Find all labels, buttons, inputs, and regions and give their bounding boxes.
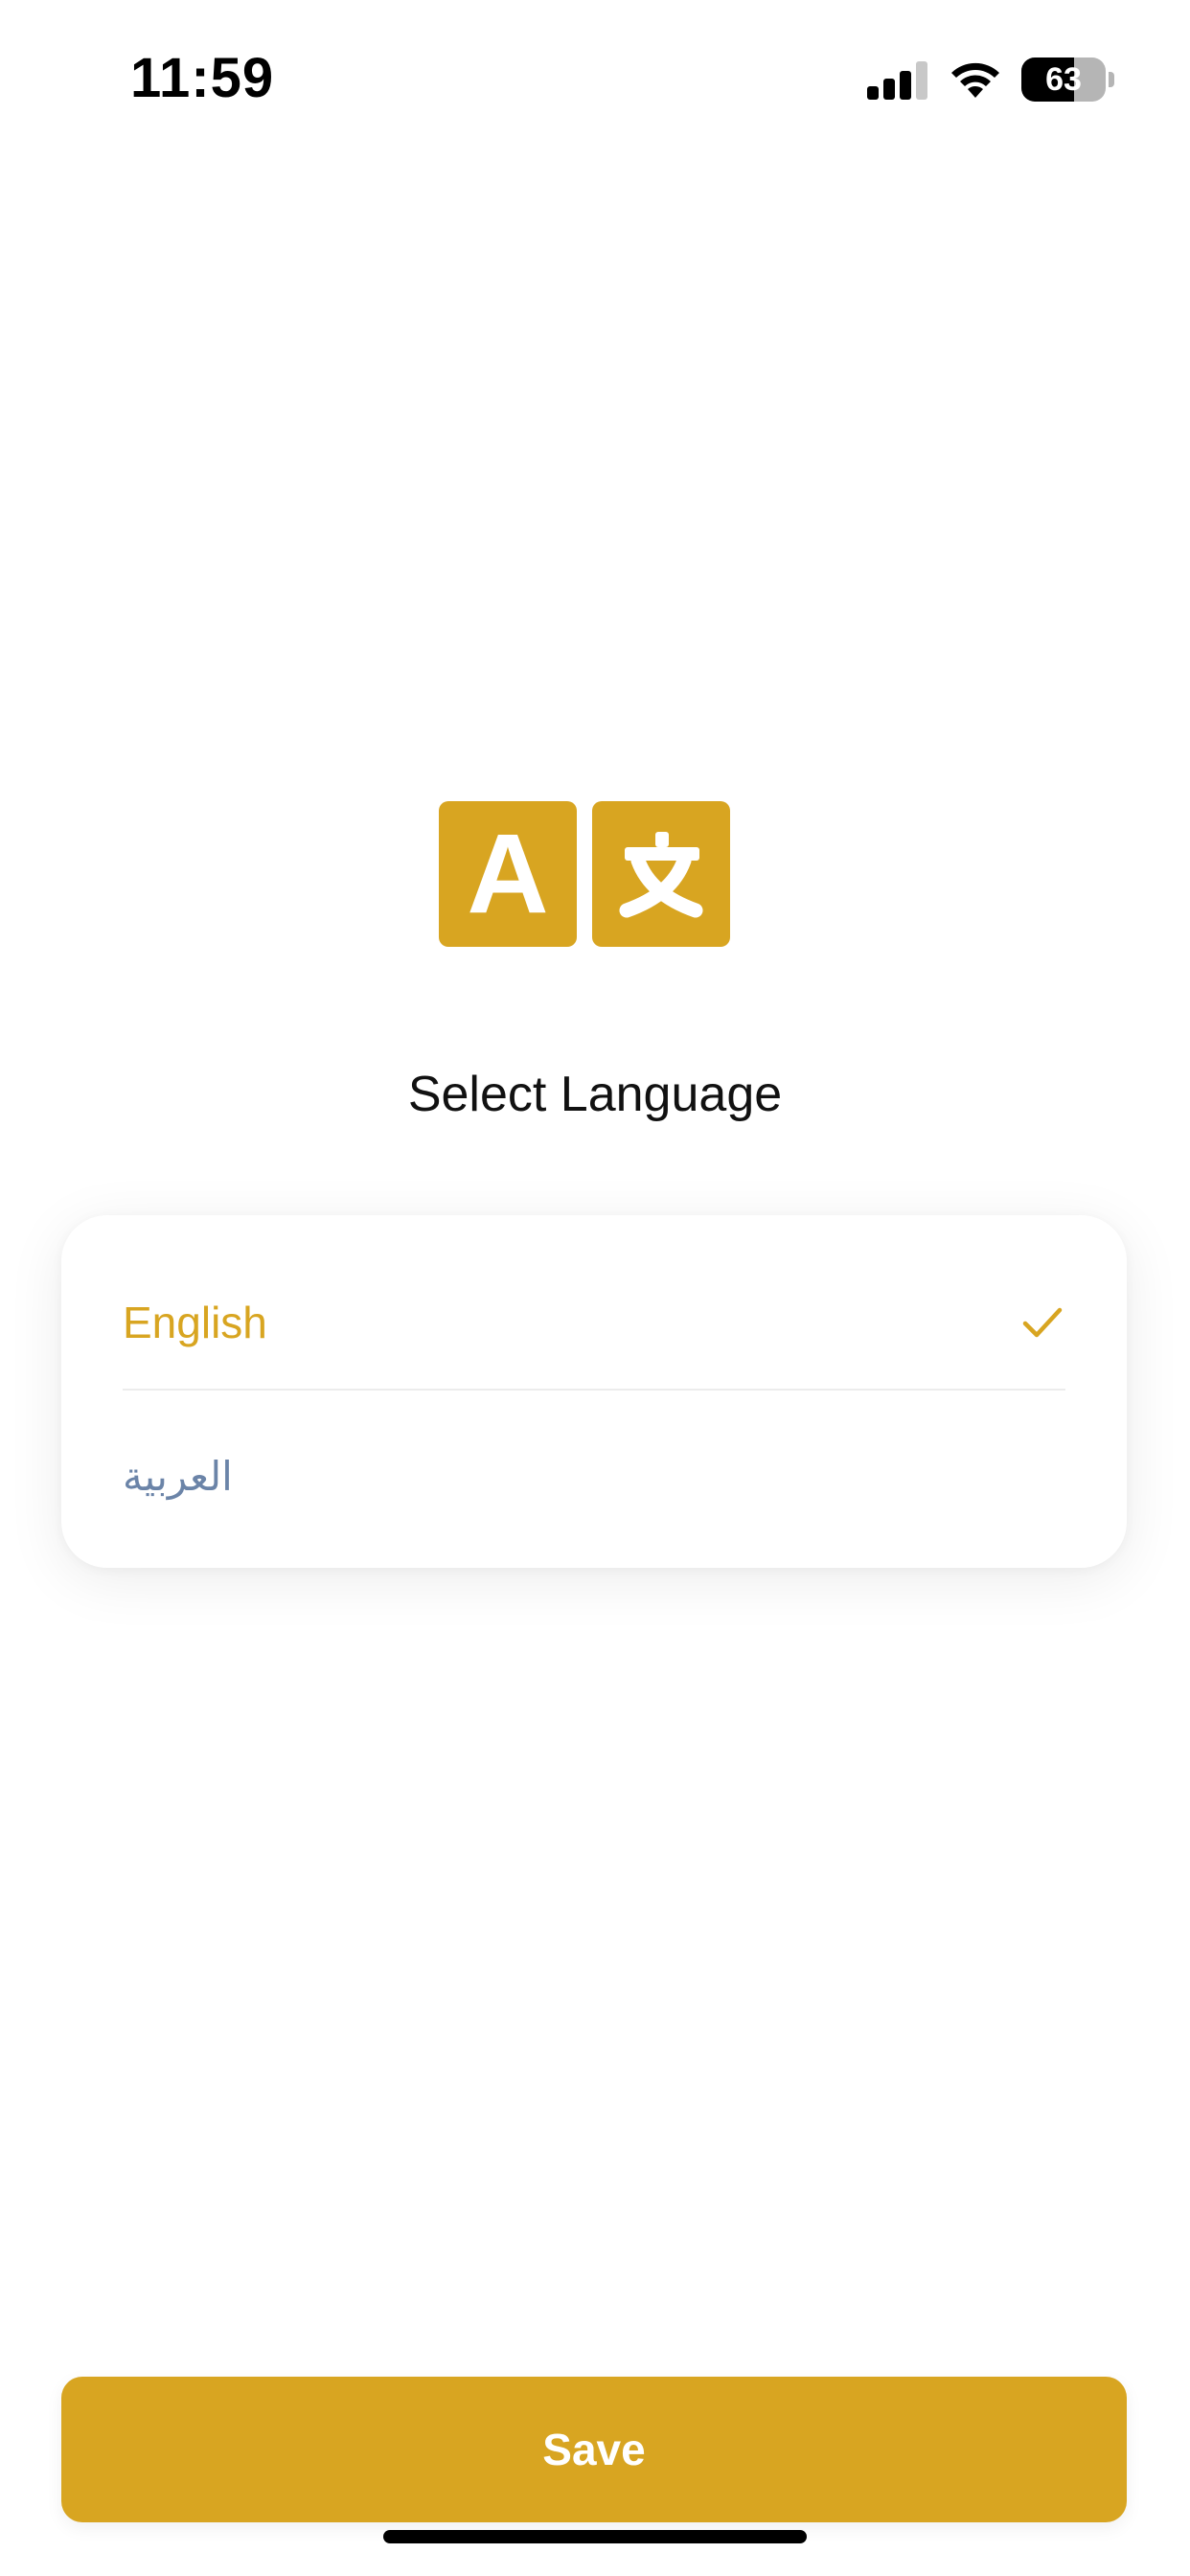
option-divider	[123, 1389, 1065, 1391]
status-time: 11:59	[130, 47, 275, 109]
battery-cap	[1109, 72, 1114, 87]
language-option-label: English	[123, 1298, 267, 1347]
page-title: Select Language	[407, 1067, 783, 1122]
wifi-icon	[951, 62, 999, 98]
language-select-screen: 11:59 63 A Select Language English العرب…	[0, 0, 1190, 2576]
cellular-signal-icon	[867, 61, 928, 100]
battery-percent: 63	[1045, 60, 1082, 98]
language-option-english[interactable]: English	[123, 1255, 1065, 1390]
status-bar: 11:59 63	[0, 0, 1190, 153]
language-option-arabic[interactable]: العربية	[123, 1409, 1065, 1543]
language-option-label: العربية	[123, 1452, 233, 1500]
home-indicator	[383, 2530, 807, 2543]
language-options-card: English العربية	[61, 1215, 1127, 1568]
latin-letter-tile: A	[439, 801, 577, 947]
cjk-character-tile	[592, 801, 730, 947]
checkmark-icon	[1022, 1307, 1063, 1338]
cjk-glyph-icon	[619, 832, 703, 918]
save-button[interactable]: Save	[61, 2377, 1127, 2522]
battery-icon: 63	[1021, 58, 1106, 102]
translate-icon: A	[439, 801, 730, 947]
